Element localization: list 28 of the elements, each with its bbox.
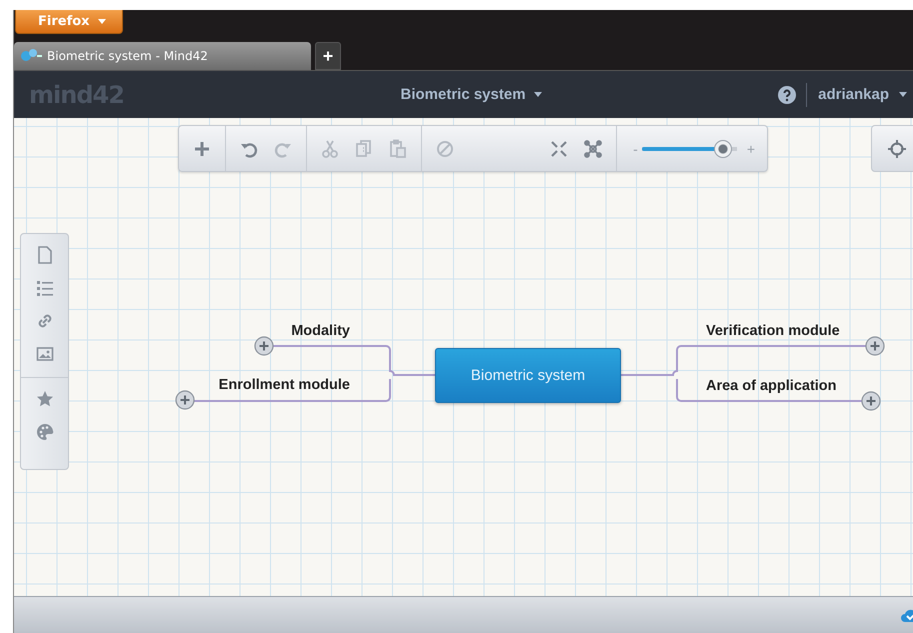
topic-node[interactable]: Modality: [291, 323, 350, 339]
image-icon[interactable]: [36, 345, 54, 363]
new-tab-button[interactable]: +: [315, 42, 341, 70]
map-title-menu[interactable]: Biometric system: [400, 86, 526, 103]
list-icon[interactable]: [36, 279, 54, 297]
collapse-icon[interactable]: [549, 138, 570, 158]
caret-icon: [98, 19, 106, 24]
topic-node[interactable]: Area of application: [706, 378, 837, 394]
star-icon[interactable]: [36, 390, 54, 408]
zoom-thumb[interactable]: [714, 140, 732, 158]
expand-icon[interactable]: [861, 391, 881, 411]
palette-icon[interactable]: [36, 423, 54, 441]
expand-icon[interactable]: [175, 390, 195, 410]
browser-tab[interactable]: Biometric system - Mind42: [14, 42, 311, 70]
center-map-button[interactable]: [871, 125, 913, 172]
topic-node[interactable]: Enrollment module: [218, 377, 350, 393]
user-menu[interactable]: adriankap: [818, 86, 889, 103]
expand-icon[interactable]: [865, 336, 885, 356]
page-icon[interactable]: [36, 246, 54, 264]
topic-node[interactable]: Verification module: [706, 323, 840, 339]
help-icon[interactable]: [778, 86, 796, 104]
tab-favicon-icon: [21, 49, 42, 61]
caret-icon: [899, 92, 907, 97]
crosshair-icon: [888, 140, 906, 158]
expand-icon[interactable]: [254, 336, 274, 356]
network-icon[interactable]: [583, 138, 604, 158]
link-icon[interactable]: [36, 312, 54, 330]
caret-icon: [534, 92, 542, 97]
